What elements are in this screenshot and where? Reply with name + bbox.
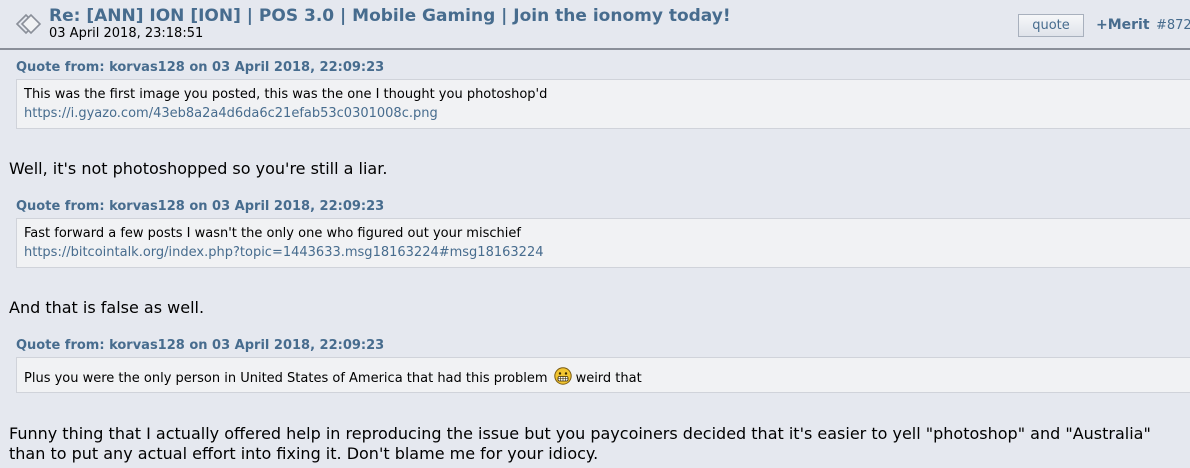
quote-link[interactable]: https://bitcointalk.org/index.php?topic=…	[24, 243, 1190, 262]
post-date: 03 April 2018, 23:18:51	[49, 26, 204, 41]
quote-box: Fast forward a few posts I wasn't the on…	[16, 218, 1190, 268]
post-header: Re: [ANN] ION [ION] | POS 3.0 | Mobile G…	[0, 0, 1190, 50]
quote-text-before: Plus you were the only person in United …	[24, 371, 548, 386]
quote-text: Fast forward a few posts I wasn't the on…	[24, 226, 521, 241]
quote-text: Plus you were the only person in United …	[24, 367, 1190, 388]
reply-text: Well, it's not photoshopped so you're st…	[9, 159, 388, 178]
merit-link[interactable]: +Merit	[1096, 17, 1150, 33]
quote-header[interactable]: Quote from: korvas128 on 03 April 2018, …	[16, 338, 384, 353]
quote-text: This was the first image you posted, thi…	[24, 87, 548, 102]
reply-text: Funny thing that I actually offered help…	[9, 424, 1151, 463]
post-number-link[interactable]: #872	[1156, 18, 1190, 33]
quote-link[interactable]: https://i.gyazo.com/43eb8a2a4d6da6c21efa…	[24, 104, 1190, 123]
reply-text: And that is false as well.	[9, 298, 205, 317]
quote-box: Plus you were the only person in United …	[16, 357, 1190, 393]
post-title-link[interactable]: Re: [ANN] ION [ION] | POS 3.0 | Mobile G…	[49, 6, 731, 26]
quote-box: This was the first image you posted, thi…	[16, 79, 1190, 129]
grimacing-face-icon	[553, 367, 572, 385]
post-xx-icon	[14, 10, 42, 38]
quote-header[interactable]: Quote from: korvas128 on 03 April 2018, …	[16, 199, 384, 214]
quote-text-after: weird that	[575, 371, 642, 386]
quote-header[interactable]: Quote from: korvas128 on 03 April 2018, …	[16, 60, 384, 75]
quote-button[interactable]: quote	[1018, 14, 1084, 37]
